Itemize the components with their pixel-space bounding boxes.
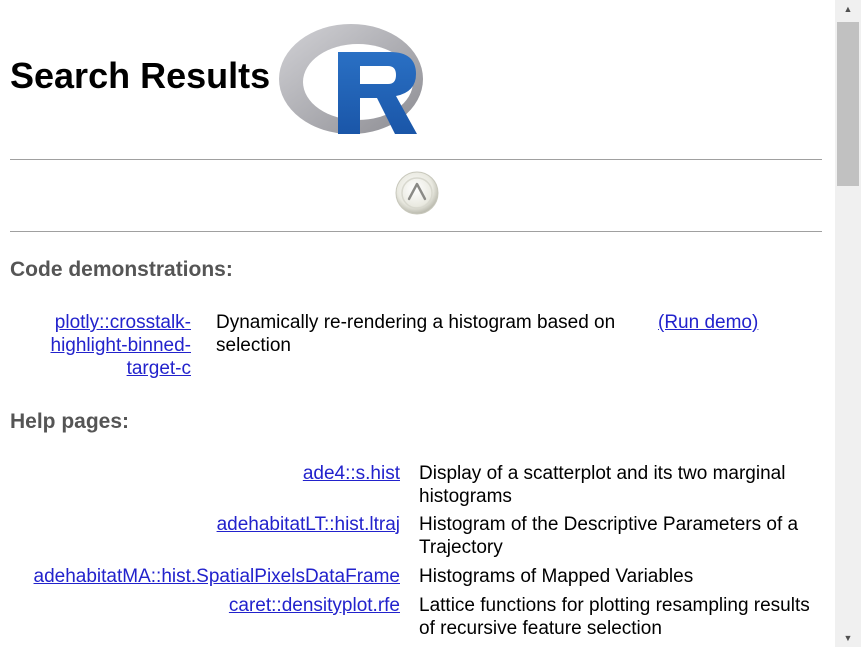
up-button[interactable]	[395, 171, 439, 215]
section-heading-demos: Code demonstrations:	[10, 258, 233, 281]
help-link[interactable]: adehabitatLT::hist.ltraj	[10, 513, 400, 536]
scrollbar-thumb[interactable]	[837, 22, 859, 186]
help-row: adehabitatMA::hist.SpatialPixelsDataFram…	[10, 565, 822, 588]
help-link[interactable]: ade4::s.hist	[10, 462, 400, 485]
demo-description: Dynamically re-rendering a histogram bas…	[216, 312, 616, 356]
page-content: Search Results Code demonstrations: plot…	[0, 0, 835, 647]
page-header: Search Results	[10, 20, 822, 140]
help-link[interactable]: adehabitatMA::hist.SpatialPixelsDataFram…	[10, 565, 400, 588]
help-row: ade4::s.hist Display of a scatterplot an…	[10, 462, 822, 508]
help-description: Histogram of the Descriptive Parameters …	[419, 514, 799, 558]
help-pages-table: ade4::s.hist Display of a scatterplot an…	[10, 462, 822, 640]
help-link[interactable]: caret::densityplot.rfe	[10, 594, 400, 617]
section-heading-help: Help pages:	[10, 410, 130, 433]
help-row: caret::densityplot.rfe Lattice functions…	[10, 594, 822, 640]
r-logo-icon	[279, 24, 423, 134]
help-description: Display of a scatterplot and its two mar…	[419, 463, 786, 507]
divider-top	[10, 159, 822, 160]
divider-bottom	[10, 231, 822, 232]
demo-link[interactable]: plotly::crosstalk-highlight-binned-targe…	[30, 311, 192, 380]
up-arrow-icon	[395, 171, 439, 215]
scroll-up-arrow-icon[interactable]: ▲	[835, 0, 861, 18]
help-description: Histograms of Mapped Variables	[419, 566, 694, 587]
help-description: Lattice functions for plotting resamplin…	[419, 595, 810, 639]
vertical-scrollbar[interactable]: ▲ ▼	[835, 0, 861, 647]
help-row: adehabitatLT::hist.ltraj Histogram of th…	[10, 513, 822, 559]
run-demo-link[interactable]: (Run demo)	[658, 311, 758, 334]
scroll-down-arrow-icon[interactable]: ▼	[835, 629, 861, 647]
page-title: Search Results	[10, 55, 271, 96]
